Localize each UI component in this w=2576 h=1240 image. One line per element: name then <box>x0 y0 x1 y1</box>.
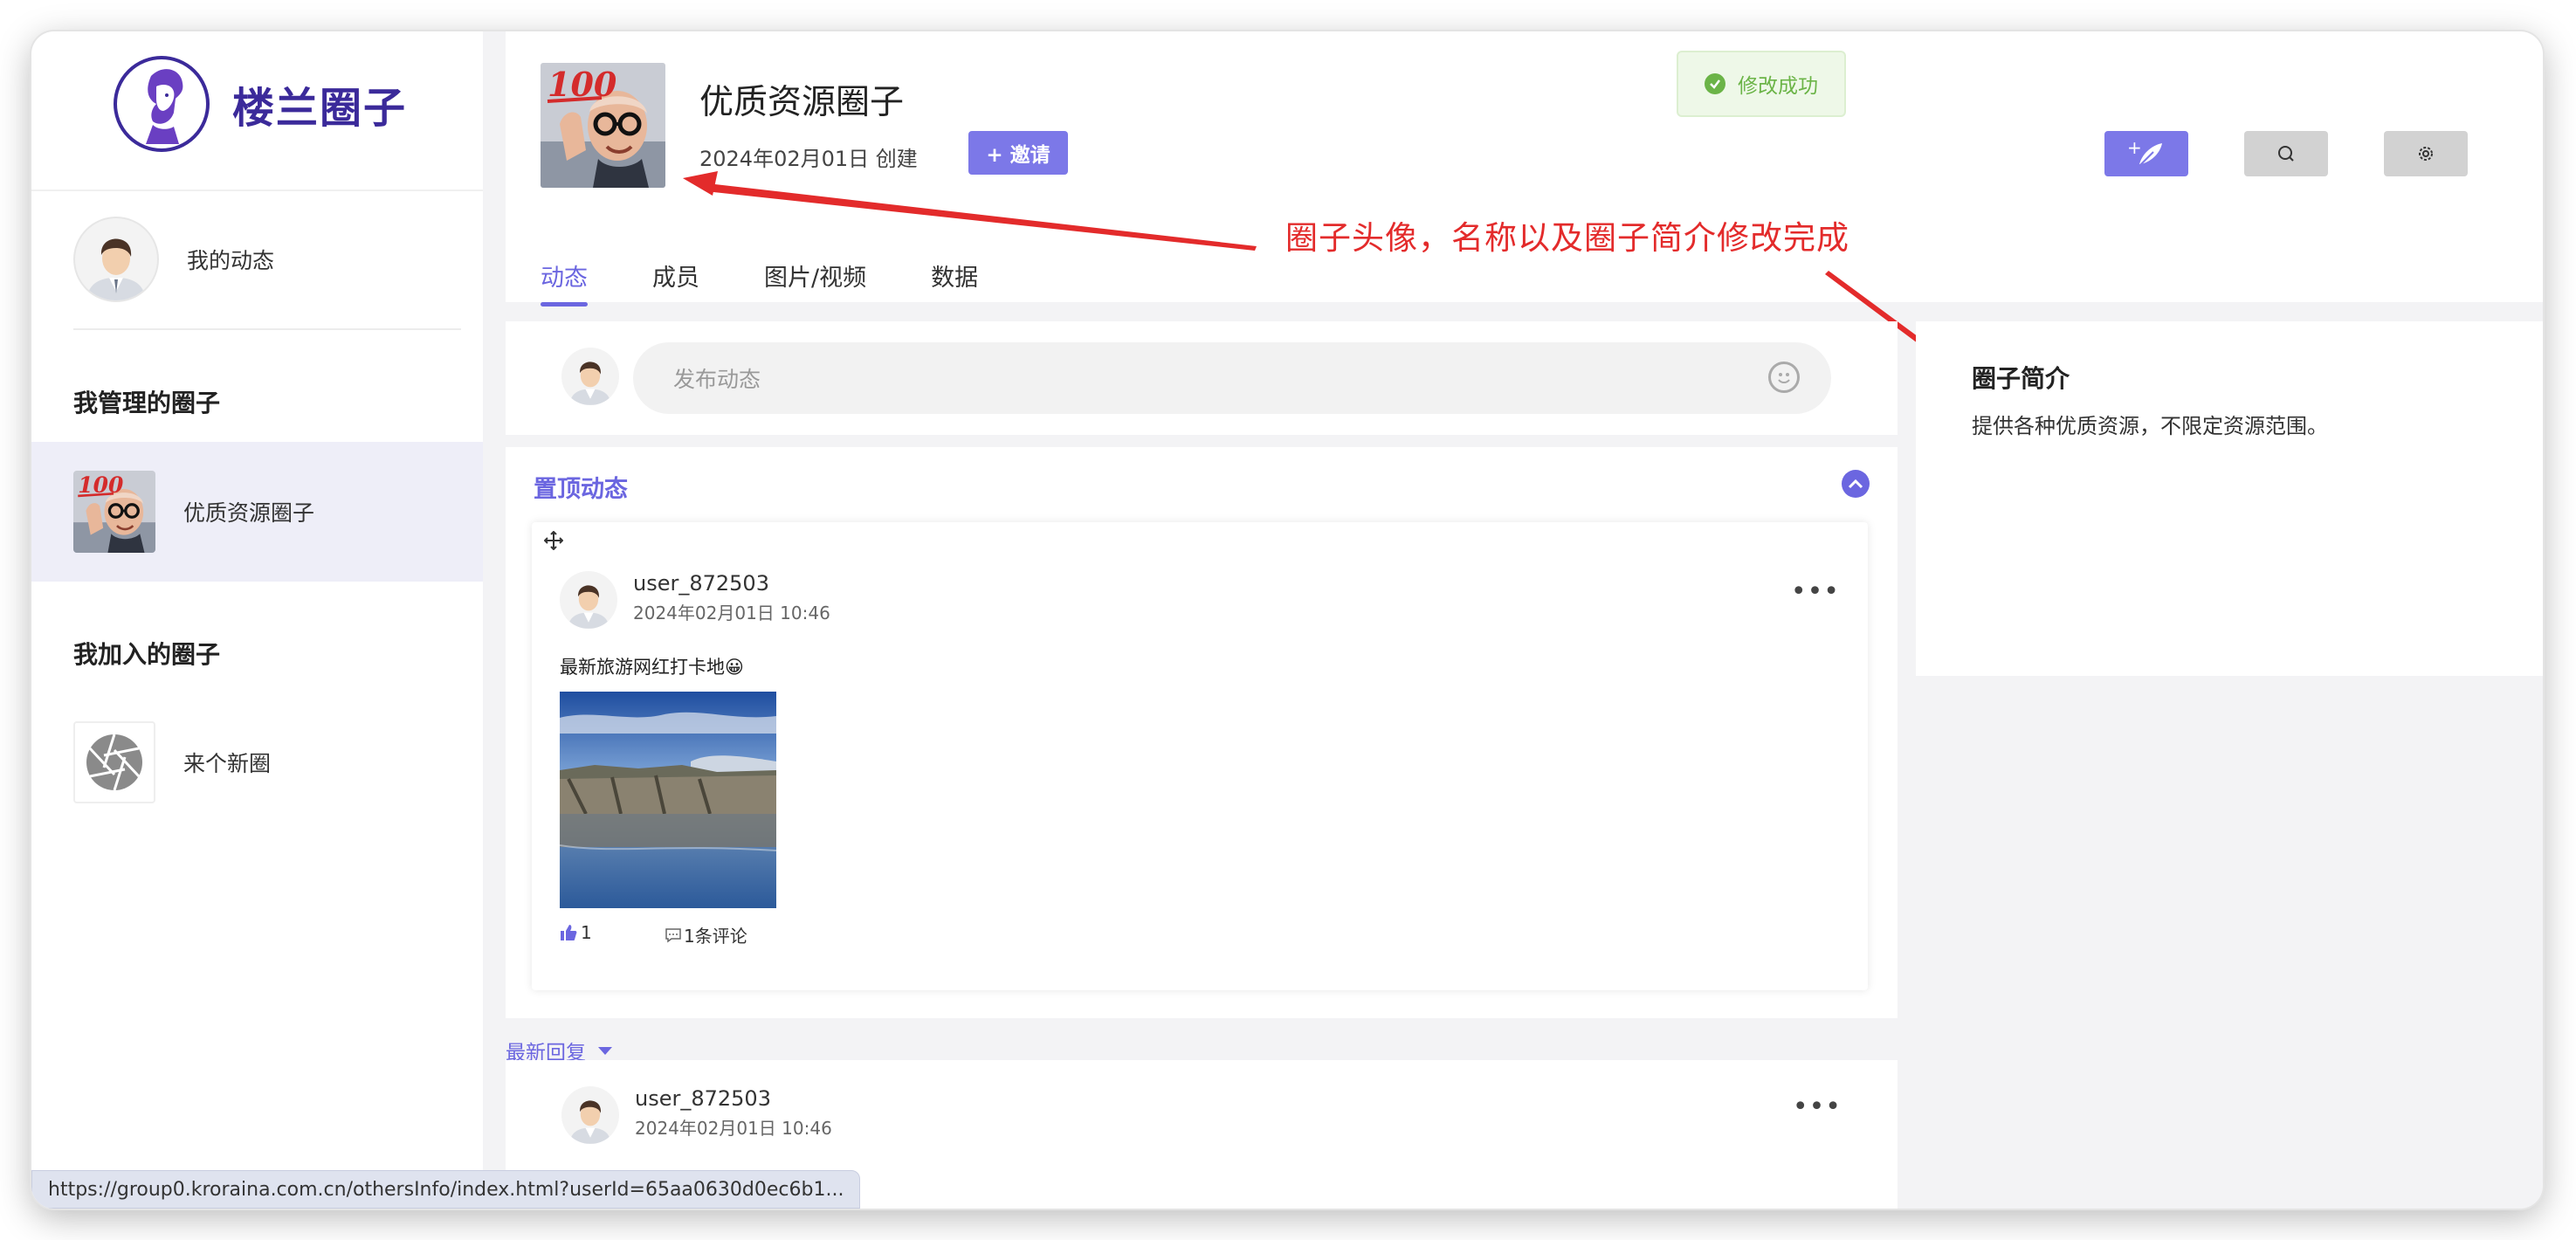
post-username[interactable]: user_872503 <box>635 1086 771 1111</box>
divider <box>31 189 483 191</box>
avatar[interactable] <box>560 571 617 629</box>
sidebar-item-my-feed[interactable]: 我的动态 <box>73 217 475 302</box>
more-options-icon[interactable]: ••• <box>1791 576 1840 607</box>
invite-button[interactable]: + 邀请 <box>968 131 1068 175</box>
group-created-date: 2024年02月01日 创建 <box>699 147 918 171</box>
intro-title: 圈子简介 <box>1972 364 2070 393</box>
brand-name: 楼兰圈子 <box>232 84 408 133</box>
brand-logo-icon <box>114 56 210 152</box>
check-circle-icon <box>1705 73 1725 94</box>
post-composer: 发布动态 <box>506 321 1898 435</box>
tab-members[interactable]: 成员 <box>652 258 699 305</box>
post-image[interactable] <box>560 692 776 908</box>
divider <box>73 328 461 330</box>
annotation-text: 圈子头像，名称以及圈子简介修改完成 <box>1285 219 1849 257</box>
search-icon <box>2278 146 2294 162</box>
pinned-title: 置顶动态 <box>534 476 628 503</box>
search-button[interactable] <box>2244 131 2328 176</box>
sidebar-item-joined-group[interactable]: 来个新圈 <box>73 721 475 803</box>
success-toast: 修改成功 <box>1677 51 1846 117</box>
sidebar-item-label: 优质资源圈子 <box>183 500 315 526</box>
post-username[interactable]: user_872503 <box>633 571 769 596</box>
caret-down-icon <box>598 1046 612 1055</box>
managed-section-title: 我管理的圈子 <box>73 389 221 417</box>
post-input[interactable]: 发布动态 <box>633 342 1831 414</box>
aperture-icon <box>73 721 155 803</box>
like-count: 1 <box>581 922 592 943</box>
new-post-button[interactable]: + <box>2104 131 2188 176</box>
sidebar-item-label: 我的动态 <box>187 248 275 273</box>
tab-data[interactable]: 数据 <box>931 258 978 305</box>
emoji-icon[interactable] <box>1768 362 1800 393</box>
sidebar: 楼兰圈子 我的动态 我管理的圈子 100 优质资源圈子 我加入的圈子 来个新圈 <box>31 31 483 1209</box>
post-text: 最新旅游网红打卡地😀 <box>560 657 744 678</box>
sidebar-item-label: 来个新圈 <box>183 751 272 776</box>
tab-media[interactable]: 图片/视频 <box>764 258 866 305</box>
group-title: 优质资源圈子 <box>699 83 905 122</box>
chevron-up-icon[interactable] <box>1842 470 1870 498</box>
group-intro-panel: 圈子简介 提供各种优质资源，不限定资源范围。 <box>1916 321 2543 676</box>
group-avatar-small: 100 <box>73 471 155 553</box>
comment-button[interactable]: 1条评论 <box>665 922 747 947</box>
comment-icon <box>665 927 681 942</box>
toast-message: 修改成功 <box>1738 75 1818 98</box>
group-header: 100 优质资源圈子 2024年02月01日 创建 + 邀请 修改成功 + 动态… <box>506 31 2543 307</box>
svg-text:+: + <box>2127 140 2142 158</box>
avatar[interactable] <box>561 1086 619 1144</box>
avatar <box>561 348 619 405</box>
gear-icon <box>2419 147 2433 161</box>
joined-section-title: 我加入的圈子 <box>73 640 221 669</box>
group-tabs: 动态 成员 图片/视频 数据 <box>541 258 1043 307</box>
group-avatar[interactable]: 100 <box>541 63 665 188</box>
move-icon[interactable] <box>543 530 564 554</box>
like-button[interactable]: 1 <box>560 922 592 943</box>
pinned-post-card: user_872503 2024年02月01日 10:46 ••• 最新旅游网红… <box>532 522 1868 990</box>
settings-button[interactable] <box>2384 131 2468 176</box>
intro-text: 提供各种优质资源，不限定资源范围。 <box>1972 414 2328 438</box>
tab-feed[interactable]: 动态 <box>541 258 588 307</box>
post-input-placeholder: 发布动态 <box>673 367 761 392</box>
post-timestamp: 2024年02月01日 10:46 <box>635 1118 832 1139</box>
avatar <box>73 217 159 302</box>
more-options-icon[interactable]: ••• <box>1793 1092 1842 1122</box>
feather-plus-icon: + <box>2127 140 2162 167</box>
browser-window: 楼兰圈子 我的动态 我管理的圈子 100 优质资源圈子 我加入的圈子 来个新圈 … <box>31 31 2543 1209</box>
sidebar-item-managed-group[interactable]: 100 优质资源圈子 <box>31 442 483 582</box>
comment-count: 1条评论 <box>684 926 747 947</box>
brand[interactable]: 楼兰圈子 <box>114 56 407 152</box>
pinned-section: 置顶动态 user_872503 2024年02月01日 10:46 ••• 最… <box>506 447 1898 1018</box>
thumbs-up-icon <box>561 925 577 940</box>
post-timestamp: 2024年02月01日 10:46 <box>633 603 830 623</box>
status-bar-url: https://group0.kroraina.com.cn/othersInf… <box>31 1170 861 1209</box>
